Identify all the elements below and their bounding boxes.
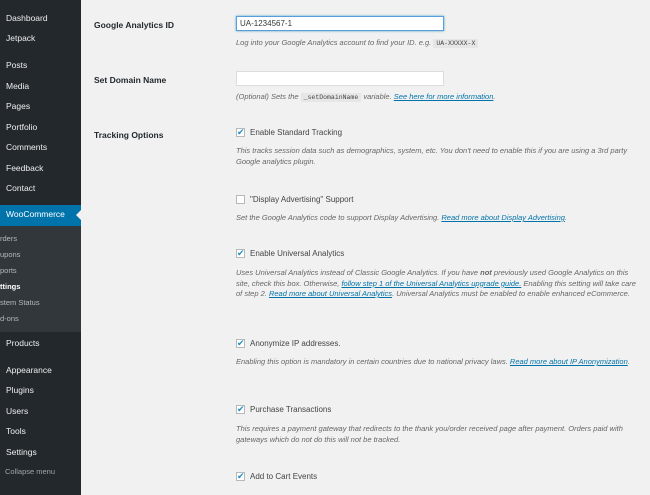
purchase-transactions-checkbox[interactable]: ✔ (236, 404, 245, 414)
set-domain-name-code: _setDomainName (300, 93, 362, 102)
check-icon: ✔ (237, 338, 245, 348)
anonymize-ip-checkbox[interactable]: ✔ (236, 338, 245, 348)
check-icon: ✔ (237, 248, 245, 258)
universal-desc-text: Uses Universal Analytics instead of Clas… (236, 268, 481, 277)
purchase-transactions-label[interactable]: Purchase Transactions (250, 405, 331, 415)
anonymize-desc-text: . (627, 357, 630, 366)
add-to-cart-checkbox[interactable]: ✔ (236, 471, 245, 481)
collapse-menu-button[interactable]: Collapse menu (5, 467, 55, 476)
anonymize-ip-label[interactable]: Anonymize IP addresses. (250, 339, 341, 349)
universal-analytics-label[interactable]: Enable Universal Analytics (250, 249, 344, 259)
domain-name-input[interactable] (236, 71, 444, 86)
ga-id-label: Google Analytics ID (94, 20, 174, 30)
sidebar-item-label: Posts (6, 60, 28, 70)
ga-id-desc-text: Log into your Google Analytics account t… (236, 38, 434, 47)
display-advertising-link[interactable]: Read more about Display Advertising (441, 213, 565, 222)
sidebar-item-label: Settings (6, 447, 37, 457)
submenu-item-reports[interactable]: ports (0, 266, 17, 276)
universal-desc-text: . Universal Analytics must be enabled to… (392, 289, 630, 298)
display-advertising-description: Set the Google Analytics code to support… (236, 213, 641, 224)
sidebar-item-label: Dashboard (6, 13, 48, 23)
submenu-item-settings[interactable]: ttings (0, 282, 20, 292)
check-icon: ✔ (237, 127, 245, 137)
display-advertising-checkbox[interactable] (236, 195, 245, 204)
anonymize-ip-description: Enabling this option is mandatory in cer… (236, 357, 641, 368)
check-icon: ✔ (237, 404, 245, 414)
sidebar-item-label: Comments (6, 142, 48, 152)
admin-sidebar: Dashboard Jetpack Posts Media Pages Port… (0, 0, 81, 495)
sidebar-item-label: WooCommerce (6, 209, 65, 219)
ga-id-input[interactable] (236, 16, 444, 31)
universal-analytics-description: Uses Universal Analytics instead of Clas… (236, 268, 641, 300)
tracking-options-label: Tracking Options (94, 130, 164, 140)
domain-name-description: (Optional) Sets the _setDomainName varia… (236, 92, 641, 104)
upgrade-guide-link[interactable]: follow step 1 of the Universal Analytics… (341, 279, 521, 288)
ip-anonymization-link[interactable]: Read more about IP Anonymization (510, 357, 628, 366)
sidebar-item-label: Contact (6, 183, 36, 193)
woocommerce-submenu: rders upons ports ttings stem Status d-o… (0, 226, 81, 332)
standard-tracking-description: This tracks session data such as demogra… (236, 146, 628, 166)
submenu-item-add-ons[interactable]: d-ons (0, 314, 19, 324)
display-desc-text: . (564, 213, 568, 222)
domain-more-info-link[interactable]: See here for more information (394, 92, 494, 101)
universal-analytics-checkbox[interactable]: ✔ (236, 248, 245, 258)
domain-desc-text: (Optional) Sets the (236, 92, 301, 101)
sidebar-item-label: Plugins (6, 385, 34, 395)
ga-id-example-code: UA-XXXXX-X (433, 39, 479, 48)
display-desc-text: Set the Google Analytics code to support… (236, 213, 442, 222)
submenu-item-orders[interactable]: rders (0, 234, 17, 244)
sidebar-item-label: Tools (6, 426, 26, 436)
sidebar-item-label: Pages (6, 101, 31, 111)
universal-desc-bold: not (480, 268, 492, 277)
sidebar-item-label: Portfolio (6, 122, 38, 132)
sidebar-item-label: Feedback (6, 163, 44, 173)
add-to-cart-label[interactable]: Add to Cart Events (250, 472, 317, 482)
display-advertising-label[interactable]: "Display Advertising" Support (250, 195, 354, 205)
sidebar-item-label: Users (6, 406, 29, 416)
domain-desc-text: . (493, 92, 496, 101)
sidebar-item-label: Media (6, 81, 30, 91)
purchase-transactions-description: This requires a payment gateway that red… (236, 424, 623, 444)
universal-analytics-link[interactable]: Read more about Universal Analytics (269, 289, 392, 298)
standard-tracking-label[interactable]: Enable Standard Tracking (250, 128, 342, 138)
standard-tracking-checkbox[interactable]: ✔ (236, 127, 245, 137)
sidebar-item-label: Products (6, 338, 40, 348)
settings-form: Google Analytics ID Log into your Google… (81, 0, 650, 495)
domain-desc-text: variable. (361, 92, 394, 101)
sidebar-item-label: Jetpack (6, 33, 36, 43)
check-icon: ✔ (237, 471, 245, 481)
submenu-item-coupons[interactable]: upons (0, 250, 20, 260)
anonymize-desc-text: Enabling this option is mandatory in cer… (236, 357, 510, 366)
domain-name-label: Set Domain Name (94, 75, 167, 85)
sidebar-item-woocommerce[interactable]: WooCommerce (0, 205, 81, 226)
sidebar-item-label: Appearance (6, 365, 52, 375)
ga-id-description: Log into your Google Analytics account t… (236, 38, 641, 50)
submenu-item-system-status[interactable]: stem Status (0, 298, 40, 308)
